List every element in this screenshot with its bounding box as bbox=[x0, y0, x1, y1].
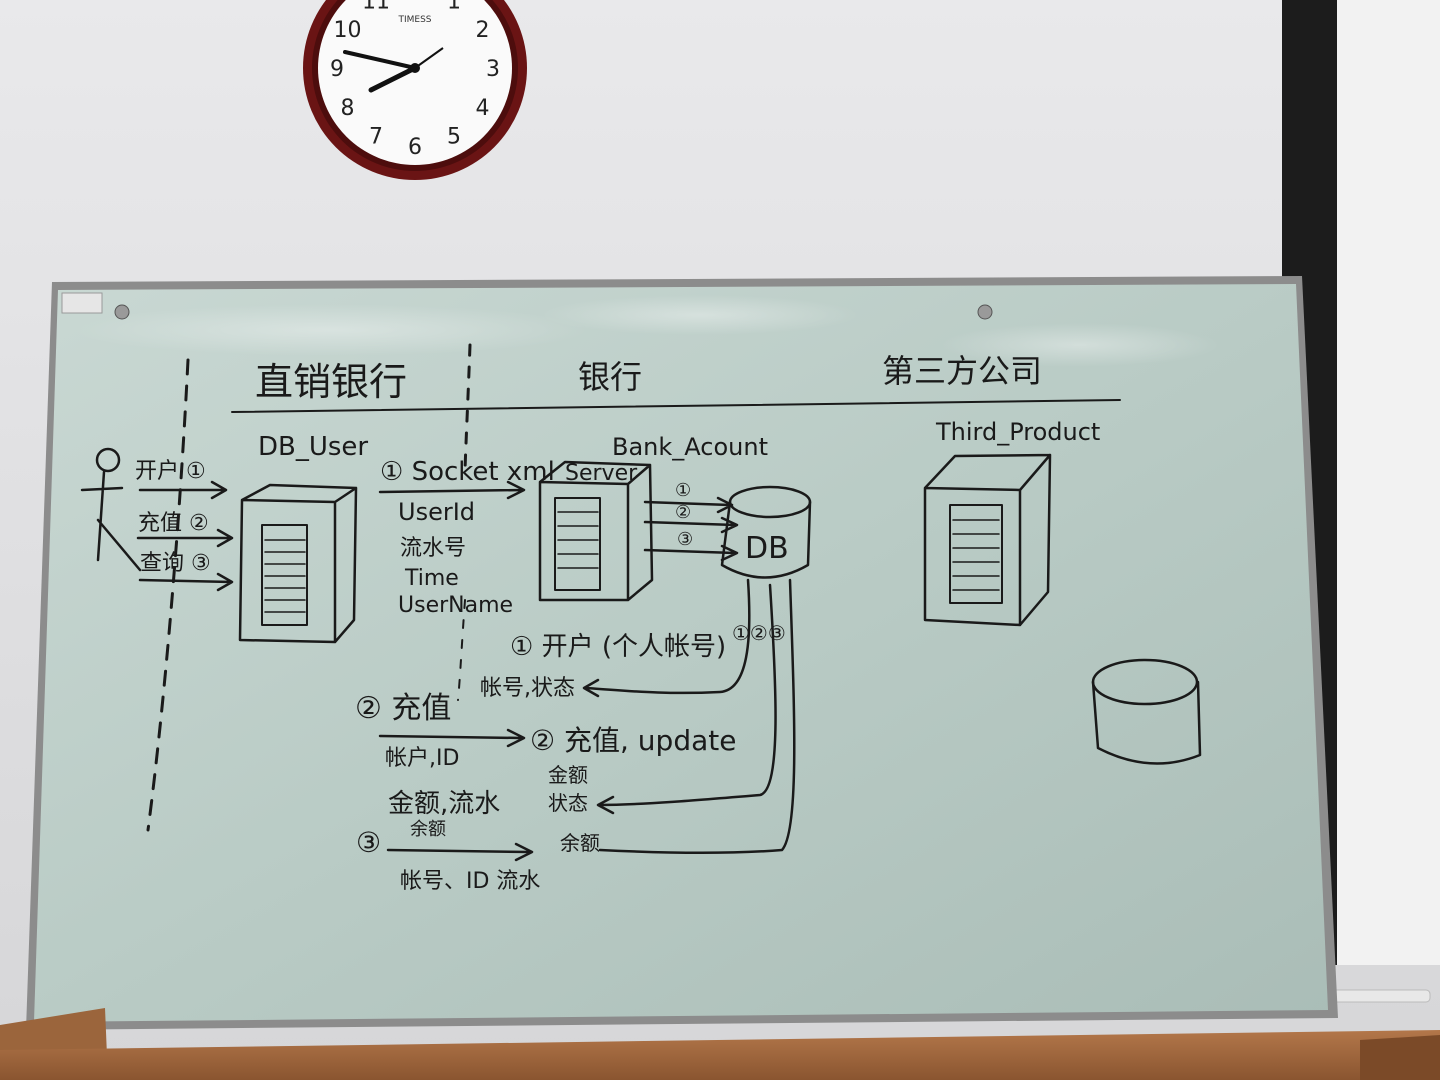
clock-numeral: 1 bbox=[447, 0, 461, 15]
note-recharge-title: ② 充值 bbox=[355, 691, 451, 726]
clock-numeral: 10 bbox=[334, 18, 362, 43]
num-1: ① bbox=[675, 480, 691, 501]
clock-numeral: 8 bbox=[341, 96, 355, 121]
note-account-status: 帐号,状态 bbox=[480, 676, 575, 701]
action-open-account: 开户 ① bbox=[135, 459, 206, 484]
note-recharge-update: ② 充值, update bbox=[530, 724, 736, 757]
socket-line-1: UserId bbox=[398, 498, 475, 526]
clock-numeral: 5 bbox=[447, 125, 461, 150]
socket-line-0: ① Socket xml bbox=[380, 457, 555, 487]
socket-line-4: UserName bbox=[398, 593, 513, 618]
header-direct-bank: 直销银行 bbox=[255, 360, 407, 404]
clock-numeral: 11 bbox=[362, 0, 390, 15]
note-query-fields: 帐号、ID 流水 bbox=[400, 869, 540, 894]
label-db-user: DB_User bbox=[258, 432, 368, 462]
num-2: ② bbox=[675, 502, 691, 523]
label-third-product: Third_Product bbox=[935, 418, 1100, 446]
note-open-account: ① 开户 (个人帐号) bbox=[510, 632, 726, 662]
note-status: 状态 bbox=[548, 791, 588, 815]
note-balance: 余额 bbox=[560, 831, 600, 855]
note-query-num: ③ bbox=[356, 826, 381, 859]
header-third-party: 第三方公司 bbox=[882, 352, 1042, 390]
label-db: DB bbox=[745, 531, 789, 566]
board-screw-right bbox=[977, 304, 993, 320]
num-3: ③ bbox=[677, 529, 693, 550]
label-bank-account: Bank_Acount bbox=[612, 433, 768, 461]
clock-numeral: 12 bbox=[401, 0, 429, 4]
clock-numeral: 2 bbox=[476, 18, 490, 43]
header-bank: 银行 bbox=[578, 358, 642, 396]
board-sticker bbox=[61, 292, 103, 314]
db-down-numbers: ①②③ bbox=[732, 621, 786, 645]
clock-numeral: 4 bbox=[476, 96, 490, 121]
action-query: 查询 ③ bbox=[140, 551, 211, 576]
classroom-photo: 12 12 3 45678 9 1011 TIMESS 直销银行 银行 第三方公司 bbox=[0, 0, 1440, 1080]
clock-numeral: 3 bbox=[486, 57, 500, 82]
clock-brand: TIMESS bbox=[397, 15, 431, 25]
action-recharge: 充值 ② bbox=[138, 511, 209, 536]
clock-numeral: 7 bbox=[369, 125, 383, 150]
board-screw-left bbox=[114, 304, 130, 320]
note-amount: 金额 bbox=[548, 763, 588, 787]
clock-numeral: 6 bbox=[408, 135, 422, 160]
label-server: Server bbox=[565, 461, 638, 486]
note-balance-small: 余额 bbox=[410, 819, 446, 840]
note-amount-serial: 金额,流水 bbox=[388, 789, 500, 819]
note-recharge-fields: 帐户,ID bbox=[385, 746, 459, 771]
socket-line-3: Time bbox=[404, 566, 459, 591]
clock-numeral: 9 bbox=[330, 57, 344, 82]
socket-line-2: 流水号 bbox=[400, 536, 466, 561]
